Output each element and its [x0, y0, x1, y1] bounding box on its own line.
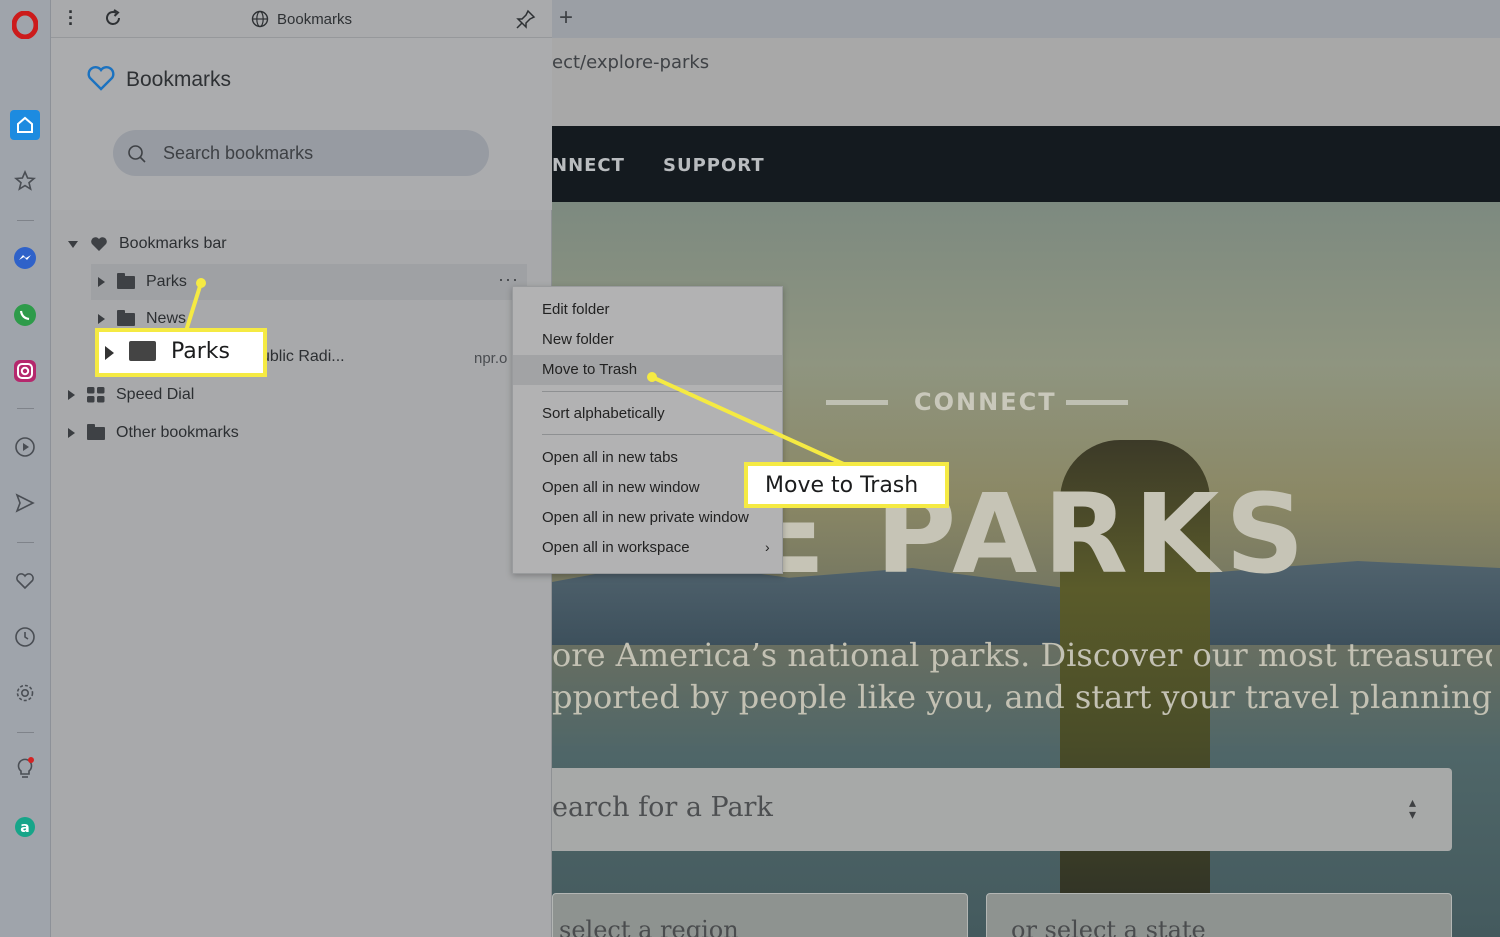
- expand-right-icon[interactable]: [98, 314, 105, 324]
- bookmarks-search-input[interactable]: Search bookmarks: [113, 130, 489, 176]
- expand-right-icon[interactable]: [68, 428, 75, 438]
- connect-line-left: [826, 400, 888, 405]
- callout-parks-label: Parks: [171, 339, 231, 364]
- more-menu-icon[interactable]: · · ·: [68, 3, 74, 33]
- settings-gear-icon[interactable]: [10, 678, 40, 708]
- tree-label: Speed Dial: [116, 386, 195, 403]
- connect-line-right: [1066, 400, 1128, 405]
- send-icon[interactable]: [10, 488, 40, 518]
- aria-icon[interactable]: a: [10, 812, 40, 842]
- menu-item-edit-folder[interactable]: Edit folder: [513, 295, 782, 325]
- menu-separator: [542, 391, 782, 392]
- opera-logo-icon[interactable]: [10, 10, 40, 40]
- sidebar-divider: [17, 542, 34, 543]
- home-icon[interactable]: [10, 110, 40, 140]
- tree-item-parks[interactable]: Parks: [98, 267, 187, 297]
- search-icon: [127, 144, 147, 169]
- callout-folder-icon: [129, 341, 156, 361]
- folder-icon: [117, 309, 135, 326]
- opera-sidebar: a: [0, 0, 51, 937]
- globe-icon: [251, 10, 269, 33]
- new-tab-button[interactable]: +: [559, 4, 573, 32]
- nav-link-connect[interactable]: NNECT: [552, 155, 625, 176]
- hero-description-line-1: ore America’s national parks. Discover o…: [552, 636, 1492, 674]
- region-select[interactable]: select a region: [552, 893, 968, 937]
- bookmarks-header: Bookmarks Search bookmarks: [51, 38, 552, 210]
- hero-description-line-2: pported by people like you, and start yo…: [552, 678, 1492, 716]
- pin-icon[interactable]: [515, 8, 537, 35]
- lightbulb-icon[interactable]: [10, 754, 40, 784]
- tree-item-speed-dial[interactable]: Speed Dial: [68, 380, 194, 410]
- select-arrows-icon: ▴ ▾: [1408, 794, 1416, 822]
- whatsapp-icon[interactable]: [10, 300, 40, 330]
- connect-heading: CONNECT: [826, 388, 1128, 418]
- connect-label: CONNECT: [914, 388, 1057, 416]
- expand-down-icon[interactable]: [68, 240, 78, 248]
- tree-label: Other bookmarks: [116, 424, 239, 441]
- history-clock-icon[interactable]: [10, 622, 40, 652]
- reload-icon[interactable]: [103, 8, 123, 33]
- region-select-label: select a region: [559, 916, 739, 937]
- submenu-chevron-icon: ›: [765, 539, 770, 555]
- folder-context-menu: Edit folder New folder Move to Trash Sor…: [512, 286, 783, 574]
- tree-label: Bookmarks bar: [119, 235, 227, 252]
- menu-item-move-to-trash[interactable]: Move to Trash: [513, 355, 782, 385]
- tree-item-npr[interactable]: ublic Radi...: [261, 342, 345, 372]
- sidebar-divider: [17, 408, 34, 409]
- callout-move-to-trash-label: Move to Trash: [765, 473, 919, 498]
- bookmarks-panel: · · · Bookmarks Bookmarks Search bookmarks…: [51, 0, 552, 937]
- callout-move-to-trash: Move to Trash: [744, 462, 949, 508]
- expand-right-icon[interactable]: [68, 390, 75, 400]
- instagram-icon[interactable]: [10, 356, 40, 386]
- tree-label: ublic Radi...: [261, 348, 345, 365]
- folder-icon: [87, 423, 105, 440]
- menu-item-new-folder[interactable]: New folder: [513, 325, 782, 355]
- callout-caret-icon: [105, 346, 114, 360]
- speed-dial-grid-icon: [87, 387, 105, 403]
- search-placeholder: Search bookmarks: [163, 143, 314, 163]
- menu-item-sort-alphabetically[interactable]: Sort alphabetically: [513, 399, 782, 429]
- player-icon[interactable]: [10, 432, 40, 462]
- tree-label: Parks: [146, 273, 187, 290]
- park-search-placeholder: earch for a Park: [552, 792, 773, 823]
- sidebar-divider: [17, 732, 34, 733]
- expand-right-icon[interactable]: [98, 277, 105, 287]
- menu-separator: [542, 434, 782, 435]
- panel-toolbar: · · · Bookmarks: [51, 0, 552, 38]
- tree-label: News: [146, 310, 187, 327]
- messenger-icon[interactable]: [10, 243, 40, 273]
- url-text[interactable]: ect/explore-parks: [552, 52, 709, 73]
- menu-item-open-new-tabs[interactable]: Open all in new tabs: [513, 443, 782, 473]
- heart-filled-icon: [91, 237, 107, 251]
- star-icon[interactable]: [10, 166, 40, 196]
- state-select[interactable]: or select a state: [986, 893, 1452, 937]
- bookmark-url: npr.o: [474, 350, 508, 367]
- folder-icon: [117, 272, 135, 289]
- panel-toolbar-title: Bookmarks: [277, 11, 353, 28]
- state-select-label: or select a state: [1011, 916, 1206, 937]
- menu-item-open-workspace[interactable]: Open all in workspace: [513, 533, 782, 563]
- nav-link-support[interactable]: SUPPORT: [663, 155, 765, 176]
- bookmarks-heart-icon: [86, 64, 116, 97]
- callout-parks: Parks: [95, 328, 267, 377]
- menu-item-open-new-window[interactable]: Open all in new window: [513, 473, 782, 503]
- heart-icon[interactable]: [10, 566, 40, 596]
- svg-text:a: a: [20, 820, 29, 836]
- park-search-select[interactable]: earch for a Park ▴ ▾: [552, 768, 1452, 851]
- menu-item-open-private-window[interactable]: Open all in new private window: [513, 503, 782, 533]
- tree-item-other-bookmarks[interactable]: Other bookmarks: [68, 418, 239, 448]
- sidebar-divider: [17, 220, 34, 221]
- more-options-icon[interactable]: ···: [498, 270, 519, 288]
- tree-item-bookmarks-bar[interactable]: Bookmarks bar: [68, 229, 227, 259]
- bookmarks-title: Bookmarks: [126, 68, 232, 91]
